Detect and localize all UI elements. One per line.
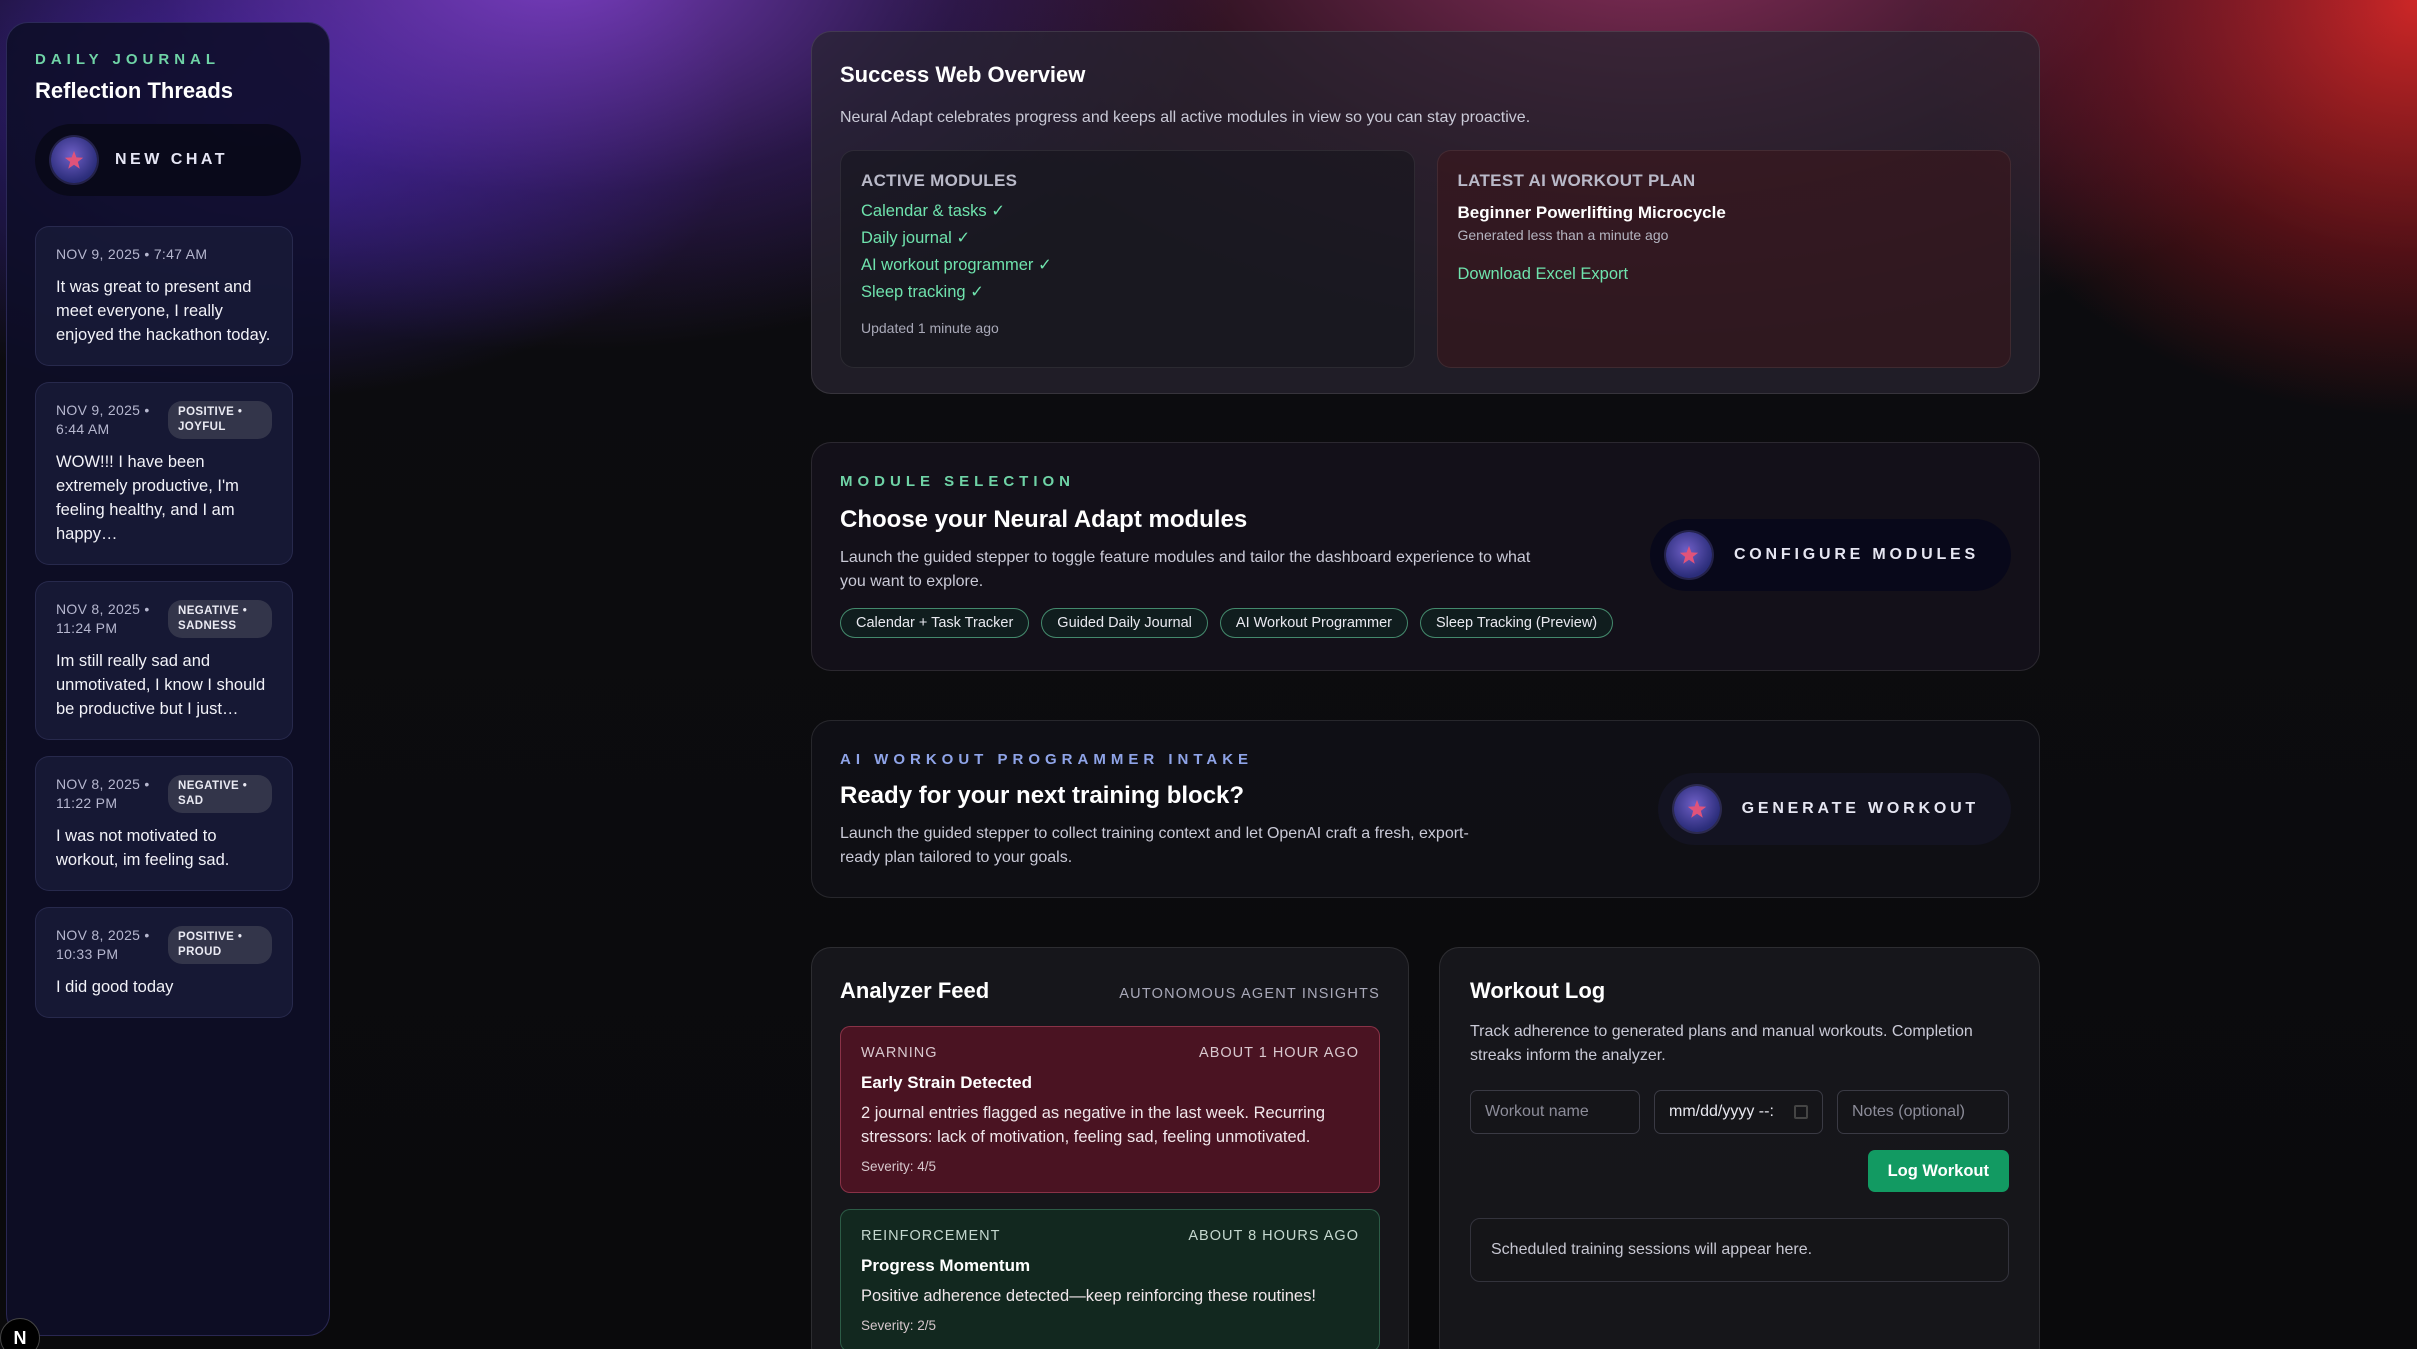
insight-severity: Severity: 4/5 [861,1159,937,1174]
app: DAILY JOURNAL Reflection Threads NEW CHA… [0,0,2417,1349]
workout-name-input[interactable] [1470,1090,1640,1134]
entry-text: It was great to present and meet everyon… [56,278,271,344]
entry-date: NOV 9, 2025 • 7:47 AM [56,246,208,262]
overview-subtitle: Neural Adapt celebrates progress and kee… [840,109,1531,126]
journal-entry[interactable]: NOV 8, 2025 • 10:33 PM POSITIVE • PROUD … [35,907,293,1018]
sentiment-badge: NEGATIVE • SAD [168,775,272,813]
insight-title: Early Strain Detected [861,1073,1033,1092]
workout-notes-input[interactable] [1837,1090,2009,1134]
star-orb-icon [1673,786,1720,832]
download-excel-link[interactable]: Download Excel Export [1458,265,1629,284]
insight-severity: Severity: 2/5 [861,1318,937,1333]
insight-card-reinforcement[interactable]: REINFORCEMENT ABOUT 8 HOURS AGO Progress… [840,1209,1380,1349]
entry-text: WOW!!! I have been extremely productive,… [56,453,239,543]
overview-title: Success Web Overview [840,62,1086,87]
journal-entry[interactable]: NOV 8, 2025 • 11:22 PM NEGATIVE • SAD I … [35,756,293,891]
intake-subtitle: Launch the guided stepper to collect tra… [840,825,1469,866]
module-chip[interactable]: AI Workout Programmer [1219,608,1408,638]
journal-entry[interactable]: NOV 8, 2025 • 11:24 PM NEGATIVE • SADNES… [35,581,293,740]
insight-time: ABOUT 1 HOUR AGO [1199,1045,1359,1061]
active-modules-panel: ACTIVE MODULES Calendar & tasks ✓ Daily … [840,150,1415,368]
module-selection-subtitle: Launch the guided stepper to toggle feat… [840,549,1531,590]
analyzer-feed-card: Analyzer Feed AUTONOMOUS AGENT INSIGHTS … [811,947,1409,1349]
active-modules-heading: ACTIVE MODULES [861,171,1018,190]
scheduled-sessions-empty: Scheduled training sessions will appear … [1470,1218,2009,1282]
insight-body: Positive adherence detected—keep reinfor… [861,1287,1316,1305]
calendar-icon[interactable] [1794,1105,1808,1119]
insight-title: Progress Momentum [861,1256,1031,1275]
active-module-item: Daily journal ✓ [861,229,971,247]
latest-plan-panel: LATEST AI WORKOUT PLAN Beginner Powerlif… [1436,150,2011,368]
plan-generated-time: Generated less than a minute ago [1457,227,1669,243]
star-orb-icon [1665,532,1712,578]
modules-updated-text: Updated 1 minute ago [861,320,999,336]
entry-date: NOV 8, 2025 • 10:33 PM [56,927,150,962]
insight-type: REINFORCEMENT [861,1228,1001,1244]
log-workout-button[interactable]: Log Workout [1867,1150,2009,1192]
journal-sidebar: DAILY JOURNAL Reflection Threads NEW CHA… [6,22,330,1336]
entry-text: I was not motivated to workout, im feeli… [56,827,230,869]
sidebar-kicker: DAILY JOURNAL [35,51,221,68]
entry-text: I did good today [56,978,174,996]
journal-entry[interactable]: NOV 9, 2025 • 6:44 AM POSITIVE • JOYFUL … [35,382,293,565]
active-module-item: Sleep tracking ✓ [861,283,984,301]
entry-text: Im still really sad and unmotivated, I k… [56,652,266,718]
generate-workout-button[interactable]: GENERATE WORKOUT [1657,773,2011,845]
module-selection-card: MODULE SELECTION Choose your Neural Adap… [811,442,2040,671]
date-value: mm/dd/yyyy --: [1669,1103,1774,1120]
new-chat-button[interactable]: NEW CHAT [35,124,301,196]
configure-modules-button[interactable]: CONFIGURE MODULES [1649,519,2011,591]
sentiment-badge: NEGATIVE • SADNESS [168,600,272,638]
insight-type: WARNING [861,1045,938,1061]
module-chip[interactable]: Sleep Tracking (Preview) [1419,608,1614,638]
workout-log-title: Workout Log [1470,978,1606,1003]
analyzer-title: Analyzer Feed [840,978,990,1003]
module-selection-kicker: MODULE SELECTION [840,473,1076,490]
configure-modules-label: CONFIGURE MODULES [1733,546,1979,563]
insight-card-warning[interactable]: WARNING ABOUT 1 HOUR AGO Early Strain De… [840,1026,1380,1193]
workout-intake-card: AI WORKOUT PROGRAMMER INTAKE Ready for y… [811,720,2040,898]
active-module-item: AI workout programmer ✓ [861,256,1052,274]
sidebar-title: Reflection Threads [35,78,234,103]
analyzer-subtitle: AUTONOMOUS AGENT INSIGHTS [1119,986,1380,1002]
journal-entry[interactable]: NOV 9, 2025 • 7:47 AM It was great to pr… [35,226,293,366]
generate-workout-label: GENERATE WORKOUT [1741,800,1979,817]
insight-time: ABOUT 8 HOURS AGO [1188,1228,1359,1244]
workout-log-subtitle: Track adherence to generated plans and m… [1470,1023,1973,1064]
new-chat-label: NEW CHAT [115,151,229,168]
latest-plan-heading: LATEST AI WORKOUT PLAN [1457,171,1696,190]
plan-name: Beginner Powerlifting Microcycle [1457,203,1726,222]
sentiment-badge: POSITIVE • PROUD [168,926,272,964]
insight-body: 2 journal entries flagged as negative in… [861,1104,1326,1146]
entry-date: NOV 8, 2025 • 11:22 PM [56,776,150,811]
entry-date: NOV 9, 2025 • 6:44 AM [56,402,150,437]
active-module-item: Calendar & tasks ✓ [861,202,1006,220]
workout-date-input[interactable]: mm/dd/yyyy --: [1654,1090,1823,1134]
module-chip[interactable]: Calendar + Task Tracker [840,608,1030,638]
star-orb-icon [51,137,97,183]
overview-card: Success Web Overview Neural Adapt celebr… [811,31,2040,394]
entry-date: NOV 8, 2025 • 11:24 PM [56,601,150,636]
journal-entry-list: NOV 9, 2025 • 7:47 AM It was great to pr… [35,226,301,1018]
workout-log-card: Workout Log Track adherence to generated… [1439,947,2040,1349]
intake-kicker: AI WORKOUT PROGRAMMER INTAKE [840,751,1254,768]
module-chip[interactable]: Guided Daily Journal [1041,608,1208,638]
sentiment-badge: POSITIVE • JOYFUL [168,401,272,439]
